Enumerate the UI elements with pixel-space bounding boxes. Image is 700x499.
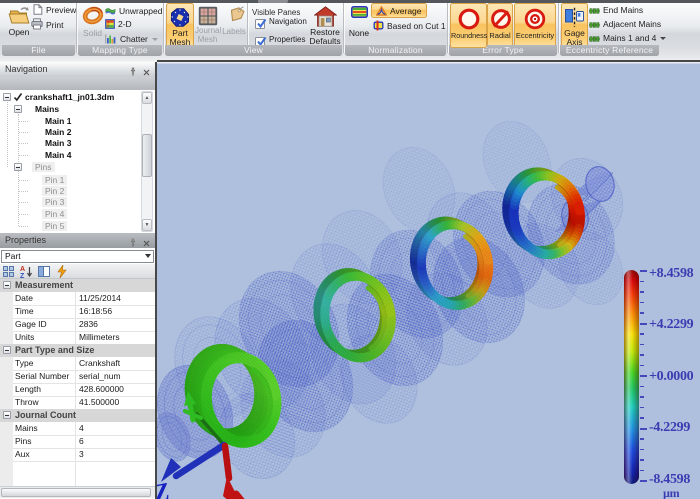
svg-text:Z: Z <box>20 273 25 278</box>
svg-text:A: A <box>20 266 25 273</box>
svg-text:Z: Z <box>157 476 172 499</box>
